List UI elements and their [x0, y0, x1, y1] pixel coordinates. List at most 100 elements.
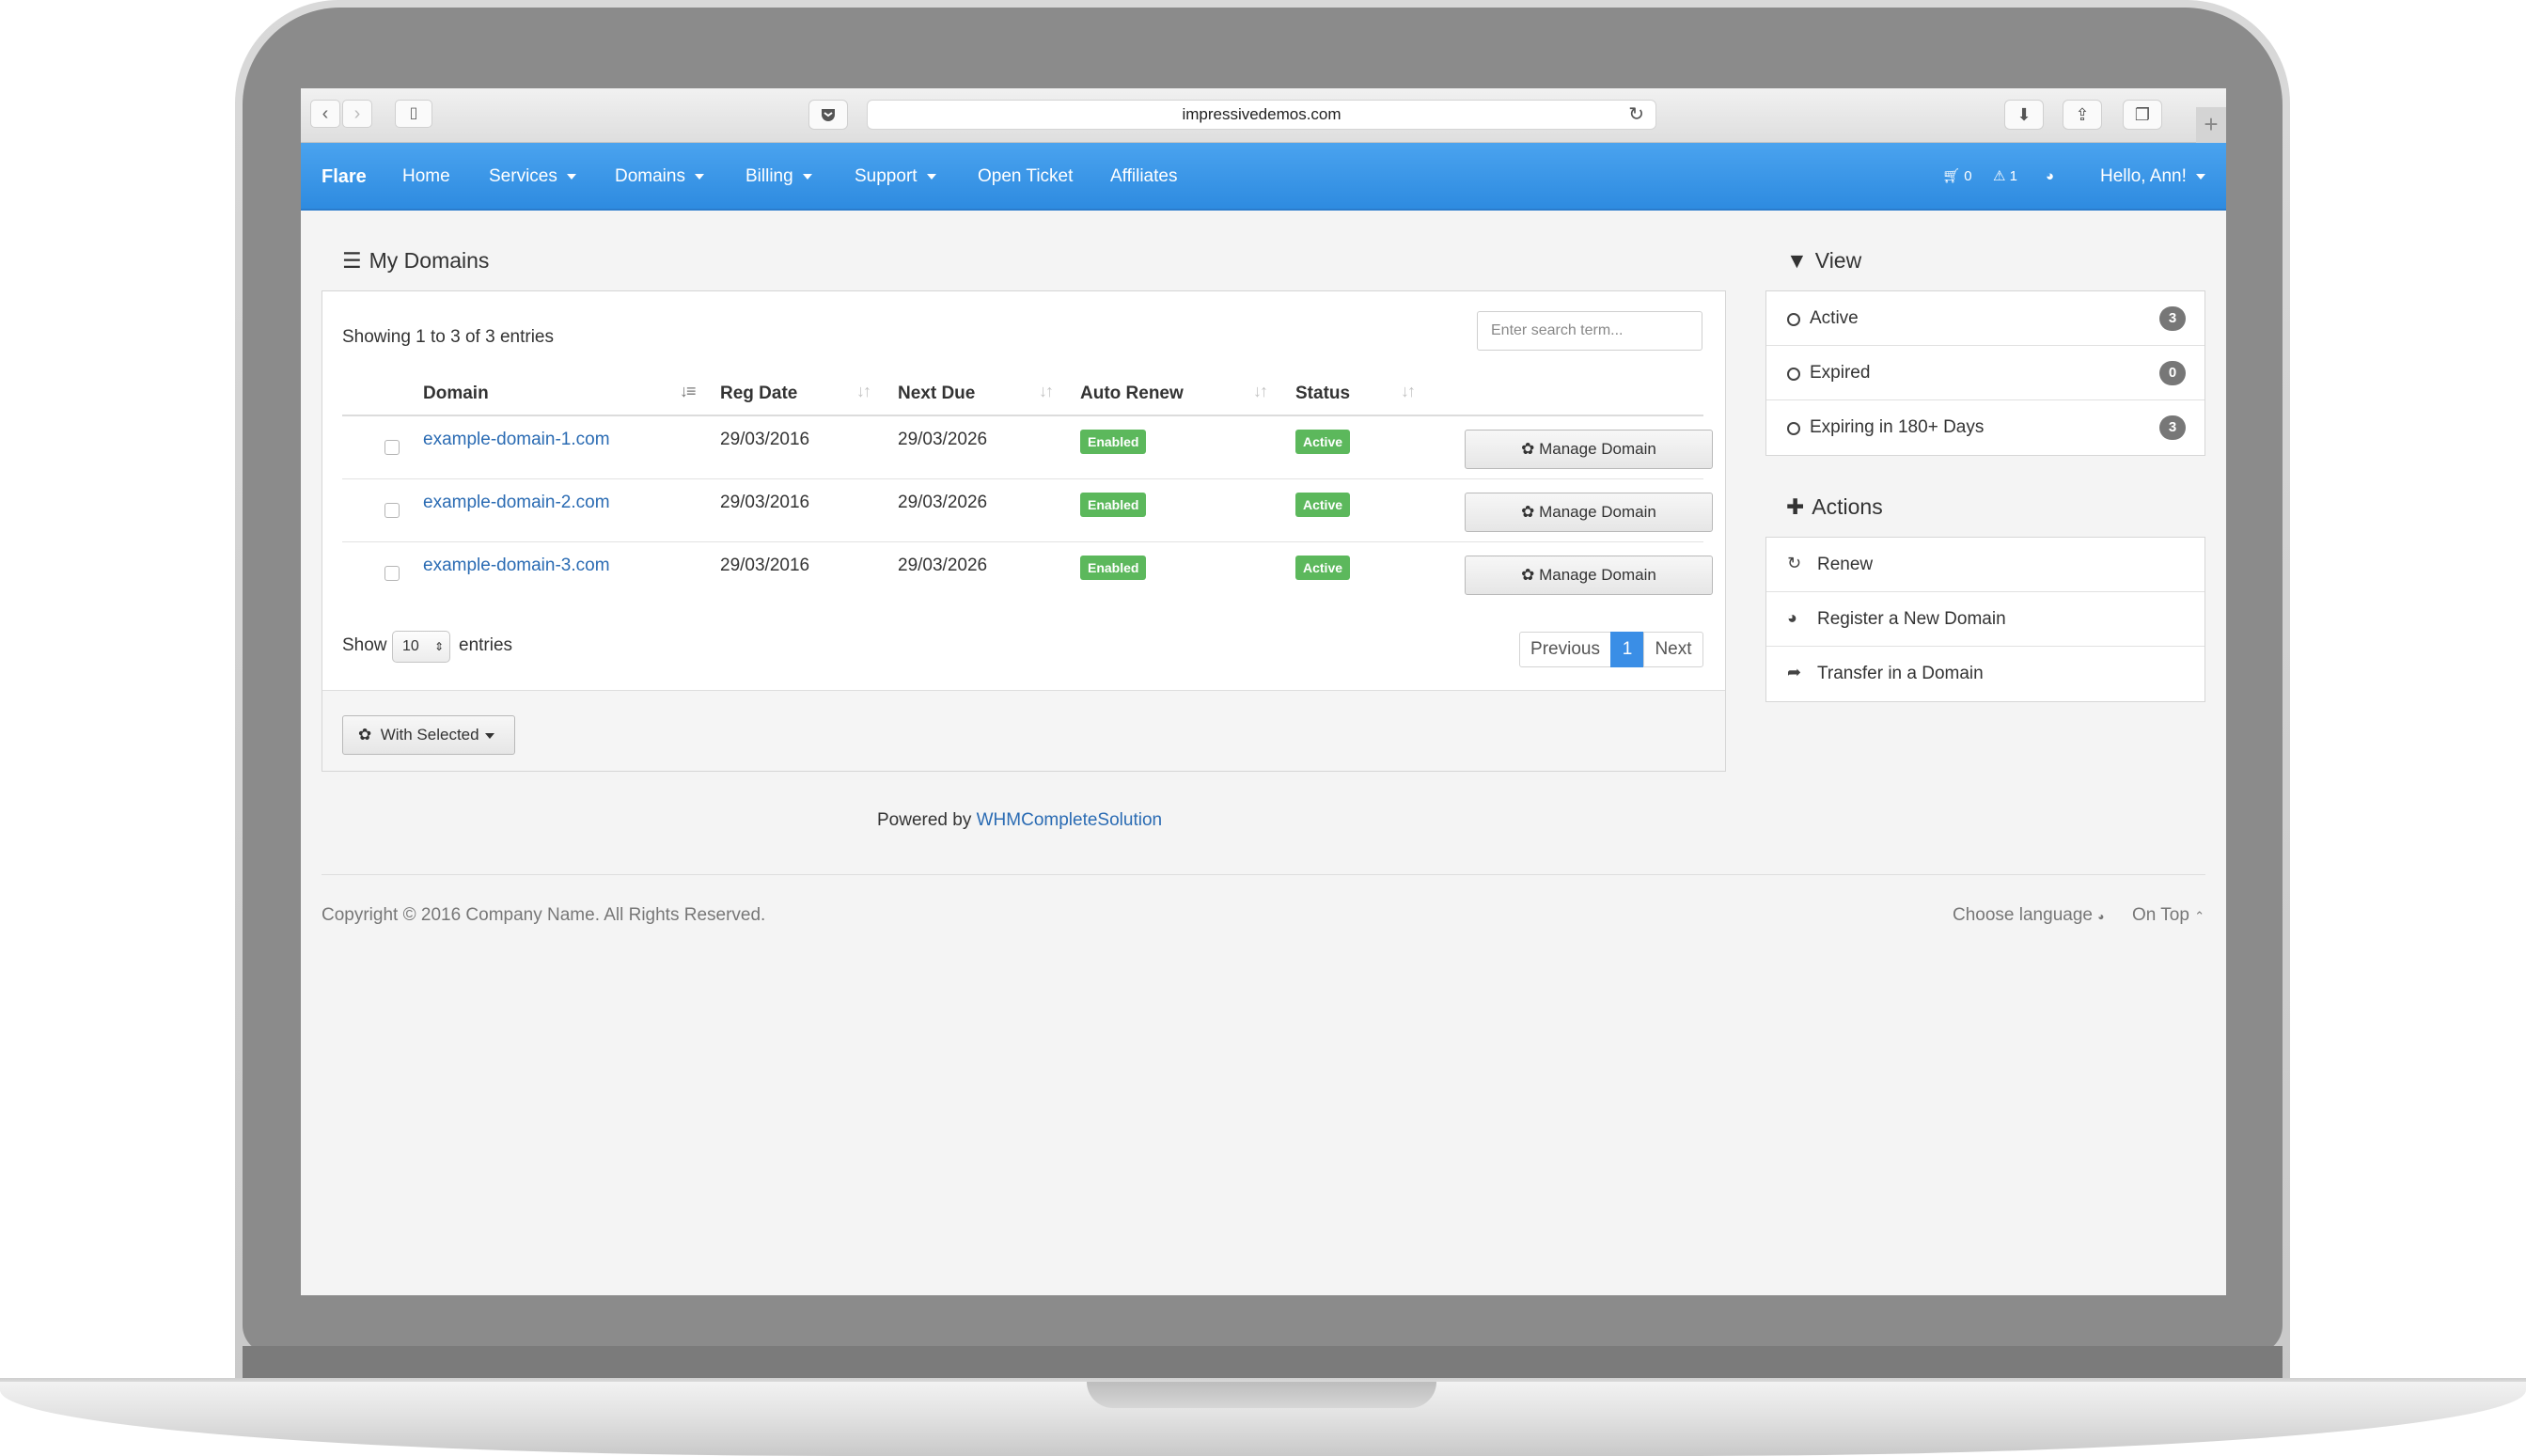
view-filter-active[interactable]: Active 3: [1766, 291, 2204, 346]
domain-link[interactable]: example-domain-3.com: [423, 556, 610, 576]
page-size-select[interactable]: 10 ⇕: [392, 631, 450, 663]
action-register-domain[interactable]: ◕ Register a New Domain: [1766, 592, 2204, 647]
nav-domains[interactable]: Domains: [615, 143, 704, 211]
sort-icon[interactable]: ↓↑: [1253, 382, 1268, 401]
view-filter-label: Expired: [1810, 363, 1871, 383]
view-filter-label: Active: [1810, 308, 1859, 328]
column-header-auto-renew[interactable]: Auto Renew: [1080, 384, 1184, 404]
sort-icon[interactable]: ↓↑: [856, 382, 871, 401]
row-divider: [342, 478, 1703, 479]
powered-by-link[interactable]: WHMCompleteSolution: [977, 810, 1162, 830]
column-header-next-due[interactable]: Next Due: [898, 384, 975, 404]
choose-language-link[interactable]: Choose language ◕: [1953, 905, 2105, 926]
nav-services[interactable]: Services: [489, 143, 576, 211]
caret-down-icon: [484, 732, 494, 739]
back-button[interactable]: ‹: [310, 100, 340, 128]
nav-home[interactable]: Home: [402, 143, 450, 211]
count-badge: 0: [2159, 361, 2186, 385]
search-input[interactable]: [1477, 311, 1702, 351]
view-filter-label: Expiring in 180+ Days: [1810, 417, 1985, 437]
brand-logo[interactable]: Flare: [322, 143, 367, 211]
entries-label: entries: [459, 635, 513, 655]
nav-domains-label: Domains: [615, 166, 685, 186]
column-header-reg-date[interactable]: Reg Date: [720, 384, 797, 404]
tabs-icon[interactable]: ❐: [2123, 100, 2162, 130]
caret-down-icon: [2195, 173, 2205, 180]
manage-domain-label: Manage Domain: [1539, 440, 1656, 458]
column-header-domain[interactable]: Domain: [423, 384, 489, 404]
manage-domain-button[interactable]: ✿ Manage Domain: [1465, 493, 1713, 532]
caret-down-icon: [802, 173, 812, 180]
language-globe-icon[interactable]: ◕: [2046, 143, 2054, 211]
nav-support[interactable]: Support: [855, 143, 936, 211]
view-filter-expired[interactable]: Expired 0: [1766, 346, 2204, 400]
actions-list: ↻ Renew ◕ Register a New Domain ➦ Transf…: [1765, 537, 2205, 702]
user-greeting: Hello, Ann!: [2100, 166, 2187, 186]
manage-domain-button[interactable]: ✿ Manage Domain: [1465, 430, 1713, 469]
domains-panel: Showing 1 to 3 of 3 entries Domain ↓≡ Re…: [322, 290, 1726, 772]
view-title-text: View: [1814, 248, 1862, 273]
caret-down-icon: [566, 173, 576, 180]
with-selected-button[interactable]: ✿ With Selected: [342, 715, 515, 755]
alerts-link[interactable]: ⚠︎ 1: [1993, 143, 2017, 211]
showing-entries: Showing 1 to 3 of 3 entries: [342, 327, 554, 347]
page-title: ☰ My Domains: [342, 248, 489, 274]
powered-by-prefix: Powered by: [877, 810, 972, 830]
globe-icon: ◕: [2097, 910, 2105, 923]
sort-icon[interactable]: ↓↑: [1401, 382, 1416, 401]
pagination-previous[interactable]: Previous: [1519, 632, 1611, 667]
with-selected-label: With Selected: [380, 726, 479, 744]
user-menu[interactable]: Hello, Ann!: [2100, 143, 2205, 211]
chevron-up-icon: ⌃: [2194, 909, 2205, 923]
row-divider: [342, 541, 1703, 542]
pagination-next[interactable]: Next: [1643, 632, 1703, 667]
action-label: Register a New Domain: [1817, 609, 2006, 629]
domain-link[interactable]: example-domain-1.com: [423, 430, 610, 450]
on-top-link[interactable]: On Top ⌃: [2132, 905, 2204, 926]
list-icon: ☰: [342, 248, 362, 273]
nav-affiliates[interactable]: Affiliates: [1110, 143, 1177, 211]
laptop-notch: [1087, 1382, 1436, 1408]
row-checkbox[interactable]: [384, 503, 400, 518]
powered-by: Powered by WHMCompleteSolution: [877, 810, 1162, 831]
page-title-text: My Domains: [369, 248, 490, 273]
nav-open-ticket[interactable]: Open Ticket: [978, 143, 1073, 211]
table-header-divider: [342, 415, 1703, 416]
address-bar[interactable]: impressivedemos.com ↻: [867, 100, 1656, 130]
manage-domain-button[interactable]: ✿ Manage Domain: [1465, 556, 1713, 595]
sort-icon[interactable]: ↓↑: [1039, 382, 1054, 401]
share-icon[interactable]: ⇪: [2063, 100, 2102, 130]
action-transfer-domain[interactable]: ➦ Transfer in a Domain: [1766, 647, 2204, 701]
screen: ‹ › ▯ impressivedemos.com ↻ ⬇ ⇪ ❐ + Flar…: [301, 88, 2226, 1295]
reload-icon[interactable]: ↻: [1628, 101, 1644, 129]
new-tab-button[interactable]: +: [2196, 107, 2226, 143]
pocket-button[interactable]: [808, 100, 848, 130]
url-text: impressivedemos.com: [1182, 105, 1341, 123]
downloads-icon[interactable]: ⬇: [2004, 100, 2044, 130]
auto-renew-badge: Enabled: [1080, 556, 1147, 580]
actions-title-text: Actions: [1812, 494, 1883, 519]
alerts-count: 1: [2009, 168, 2017, 184]
row-checkbox[interactable]: [384, 440, 400, 455]
next-due-cell: 29/03/2026: [898, 556, 988, 575]
action-label: Renew: [1817, 555, 1874, 574]
reg-date-cell: 29/03/2016: [720, 430, 810, 449]
manage-domain-label: Manage Domain: [1539, 503, 1656, 521]
view-title: ▼ View: [1786, 248, 1861, 274]
row-checkbox[interactable]: [384, 566, 400, 581]
view-filter-expiring[interactable]: Expiring in 180+ Days 3: [1766, 400, 2204, 455]
forward-button[interactable]: ›: [342, 100, 372, 128]
sidebar-toggle-icon[interactable]: ▯: [395, 100, 432, 128]
refresh-icon: ↻: [1787, 554, 1802, 572]
column-header-status[interactable]: Status: [1295, 384, 1350, 404]
cart-link[interactable]: 🛒︎ 0: [1942, 143, 1972, 211]
pagination-current-page[interactable]: 1: [1610, 632, 1644, 667]
domain-link[interactable]: example-domain-2.com: [423, 493, 610, 513]
sort-active-icon[interactable]: ↓≡: [680, 382, 696, 401]
nav-open-ticket-label: Open Ticket: [978, 166, 1074, 186]
nav-billing[interactable]: Billing: [745, 143, 812, 211]
panel-footer: [322, 690, 1725, 771]
warning-icon: ⚠︎: [1993, 168, 2006, 184]
action-renew[interactable]: ↻ Renew: [1766, 538, 2204, 592]
cog-icon: ✿: [358, 726, 372, 744]
